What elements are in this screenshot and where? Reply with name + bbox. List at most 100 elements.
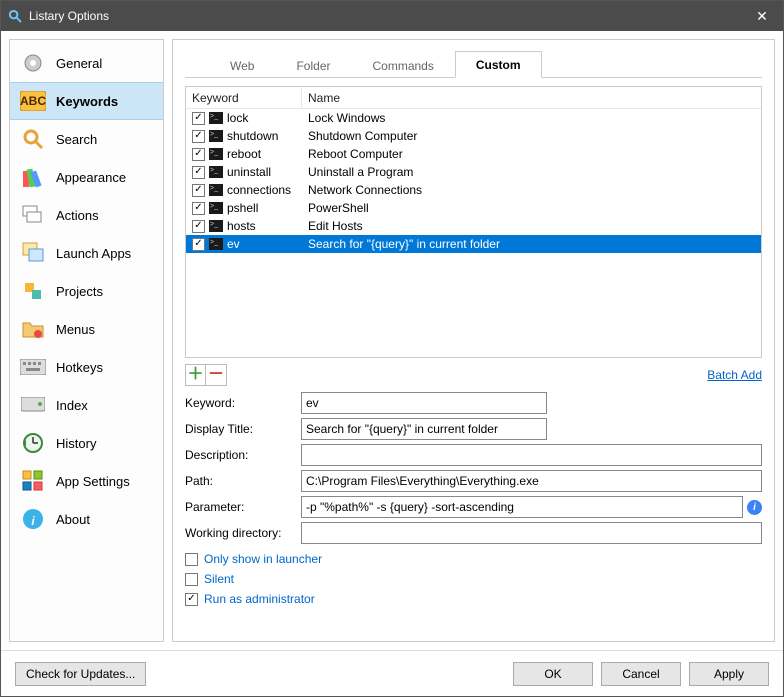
sidebar-item-menus[interactable]: Menus: [10, 310, 163, 348]
checkbox-icon[interactable]: [185, 553, 198, 566]
display-title-input[interactable]: [301, 418, 547, 440]
app-icon: [7, 8, 23, 24]
list-rows: lockLock WindowsshutdownShutdown Compute…: [186, 109, 761, 253]
remove-button[interactable]: －: [206, 365, 226, 385]
row-keyword: pshell: [227, 201, 258, 215]
working-dir-input[interactable]: [301, 522, 762, 544]
sidebar-item-app-settings[interactable]: App Settings: [10, 462, 163, 500]
gear-icon: [20, 50, 46, 76]
sidebar-item-appearance[interactable]: Appearance: [10, 158, 163, 196]
parameter-input[interactable]: [301, 496, 743, 518]
cancel-button[interactable]: Cancel: [601, 662, 681, 686]
option-checkboxes: Only show in launcher Silent Run as admi…: [185, 552, 762, 606]
tab-commands[interactable]: Commands: [351, 52, 454, 78]
table-row[interactable]: lockLock Windows: [186, 109, 761, 127]
keyword-list[interactable]: Keyword Name lockLock WindowsshutdownShu…: [185, 86, 762, 358]
label-description: Description:: [185, 448, 301, 462]
checkbox-icon[interactable]: [192, 202, 205, 215]
tab-custom[interactable]: Custom: [455, 51, 542, 78]
table-row[interactable]: connections Network Connections: [186, 181, 761, 199]
row-keyword: hosts: [227, 219, 256, 233]
row-name: Network Connections: [302, 181, 761, 199]
dialogs-icon: [20, 202, 46, 228]
sidebar-item-general[interactable]: General: [10, 44, 163, 82]
sidebar-item-label: History: [56, 436, 96, 451]
sidebar-item-launch-apps[interactable]: Launch Apps: [10, 234, 163, 272]
ok-button[interactable]: OK: [513, 662, 593, 686]
apply-button[interactable]: Apply: [689, 662, 769, 686]
table-row[interactable]: rebootReboot Computer: [186, 145, 761, 163]
table-row[interactable]: hostsEdit Hosts: [186, 217, 761, 235]
sidebar-item-about[interactable]: i About: [10, 500, 163, 538]
sidebar-item-index[interactable]: Index: [10, 386, 163, 424]
tab-web[interactable]: Web: [209, 52, 275, 78]
grid-icon: [20, 468, 46, 494]
body: General ABC Keywords Search Appearance A…: [1, 31, 783, 650]
info-icon[interactable]: i: [747, 500, 762, 515]
terminal-icon: [209, 148, 223, 160]
row-keyword: ev: [227, 237, 240, 251]
add-button[interactable]: ＋: [186, 365, 206, 385]
col-header-name[interactable]: Name: [302, 87, 761, 108]
row-name: Search for "{query}" in current folder: [302, 235, 761, 253]
table-row[interactable]: pshell PowerShell: [186, 199, 761, 217]
terminal-icon: [209, 220, 223, 232]
option-only-launcher[interactable]: Only show in launcher: [185, 552, 762, 566]
table-row[interactable]: shutdownShutdown Computer: [186, 127, 761, 145]
label-keyword: Keyword:: [185, 396, 301, 410]
sidebar-item-actions[interactable]: Actions: [10, 196, 163, 234]
checkbox-icon[interactable]: [192, 130, 205, 143]
option-silent[interactable]: Silent: [185, 572, 762, 586]
checkbox-icon[interactable]: [192, 184, 205, 197]
checkbox-icon[interactable]: [185, 593, 198, 606]
option-run-admin[interactable]: Run as administrator: [185, 592, 762, 606]
checkbox-icon[interactable]: [192, 220, 205, 233]
sidebar-item-label: Menus: [56, 322, 95, 337]
windows-icon: [20, 240, 46, 266]
checkbox-icon[interactable]: [192, 148, 205, 161]
sidebar-item-label: App Settings: [56, 474, 130, 489]
row-name: PowerShell: [302, 199, 761, 217]
add-remove-group: ＋ －: [185, 364, 227, 386]
check-updates-button[interactable]: Check for Updates...: [15, 662, 146, 686]
keyword-input[interactable]: [301, 392, 547, 414]
sidebar-item-search[interactable]: Search: [10, 120, 163, 158]
label-working-dir: Working directory:: [185, 526, 301, 540]
checkbox-icon[interactable]: [192, 166, 205, 179]
description-input[interactable]: [301, 444, 762, 466]
terminal-icon: [209, 184, 223, 196]
sidebar-item-label: General: [56, 56, 102, 71]
close-button[interactable]: ✕: [741, 1, 783, 31]
table-row[interactable]: uninstallUninstall a Program: [186, 163, 761, 181]
sidebar-item-keywords[interactable]: ABC Keywords: [10, 82, 163, 120]
tabstrip: Web Folder Commands Custom: [185, 50, 762, 78]
search-icon: [20, 126, 46, 152]
sidebar-item-label: Launch Apps: [56, 246, 131, 261]
sidebar-item-projects[interactable]: Projects: [10, 272, 163, 310]
footer: Check for Updates... OK Cancel Apply: [1, 650, 783, 696]
sidebar-item-label: Keywords: [56, 94, 118, 109]
row-name: Uninstall a Program: [302, 163, 761, 181]
plus-icon: ＋: [187, 367, 203, 383]
checkbox-icon[interactable]: [192, 238, 205, 251]
titlebar: Listary Options ✕: [1, 1, 783, 31]
abc-icon: ABC: [20, 88, 46, 114]
checkbox-icon[interactable]: [185, 573, 198, 586]
tab-folder[interactable]: Folder: [275, 52, 351, 78]
table-row[interactable]: ev Search for "{query}" in current folder: [186, 235, 761, 253]
keyboard-icon: [20, 354, 46, 380]
checkbox-icon[interactable]: [192, 112, 205, 125]
label-parameter: Parameter:: [185, 500, 301, 514]
sidebar-item-hotkeys[interactable]: Hotkeys: [10, 348, 163, 386]
minus-icon: －: [208, 367, 224, 383]
option-label: Run as administrator: [204, 592, 315, 606]
list-toolbar: ＋ － Batch Add: [185, 364, 762, 386]
batch-add-link[interactable]: Batch Add: [707, 368, 762, 382]
sidebar-item-label: Projects: [56, 284, 103, 299]
col-header-keyword[interactable]: Keyword: [186, 87, 302, 108]
row-keyword: connections: [227, 183, 291, 197]
terminal-icon: [209, 112, 223, 124]
row-name: Shutdown Computer: [302, 127, 761, 145]
sidebar-item-history[interactable]: History: [10, 424, 163, 462]
path-input[interactable]: [301, 470, 762, 492]
